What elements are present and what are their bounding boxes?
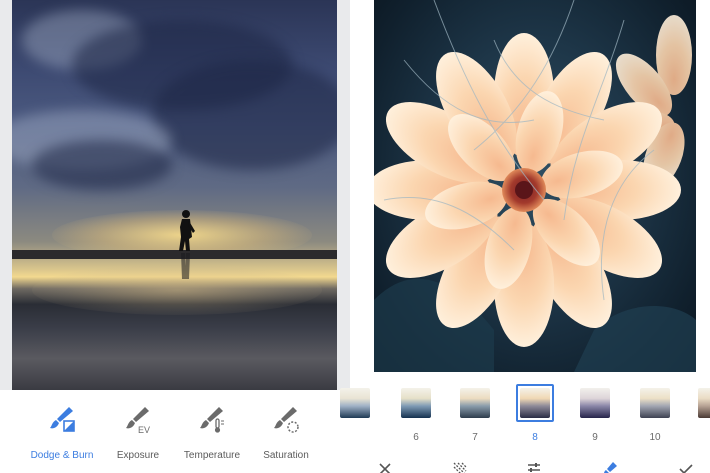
exposure-ev-badge: EV [138,425,150,434]
dodge-burn-brush-icon [50,407,75,432]
filter-label-10: 10 [649,432,661,443]
dodge-burn-tool[interactable]: Dodge & Burn [22,404,102,461]
filter-thumbnail-6[interactable] [401,388,431,418]
beach-silhouette-photo [12,0,337,390]
texture-icon[interactable] [452,461,468,473]
filter-thumbnail-9[interactable] [580,388,610,418]
dodge-burn-label: Dodge & Burn [30,450,94,461]
filter-label-9: 9 [592,432,598,443]
temperature-tool[interactable]: Temperature [172,404,252,461]
exposure-label: Exposure [116,450,160,461]
filter-thumbnail-7[interactable] [460,388,490,418]
saturation-brush-icon [274,407,299,433]
saturation-tool[interactable]: Saturation [246,404,326,461]
filter-label-7: 7 [472,432,478,443]
cloud-shape [152,60,337,170]
cloud-shape [32,140,172,190]
exposure-tool[interactable]: EV Exposure [98,404,178,461]
left-phone-screen: Dodge & Burn EV Exposure Temperature Sat… [0,0,350,473]
tune-icon[interactable] [526,461,542,473]
temperature-brush-icon [200,407,224,433]
filter-thumbnail-strip: 6 7 8 9 10 [340,378,710,448]
brush-tool-toolbar: Dodge & Burn EV Exposure Temperature Sat… [0,390,350,473]
filter-label-6: 6 [413,432,419,443]
dahlia-flower-photo [374,0,696,372]
filter-thumbnail-partial[interactable] [340,388,370,418]
filter-thumbnail-8[interactable] [520,388,550,418]
close-icon[interactable] [377,461,393,473]
brush-icon[interactable] [602,461,618,473]
right-phone-screen: 6 7 8 9 10 [340,0,710,473]
filter-thumbnail-partial[interactable] [698,388,710,418]
check-icon[interactable] [678,461,694,473]
screenshot-collage: Dodge & Burn EV Exposure Temperature Sat… [0,0,710,473]
filter-thumbnail-10[interactable] [640,388,670,418]
filter-label-8: 8 [532,432,538,443]
exposure-brush-icon: EV [126,407,150,434]
dahlia-illustration [374,0,696,372]
saturation-label: Saturation [263,450,309,461]
bottom-action-bar [360,452,710,473]
temperature-label: Temperature [183,450,241,461]
walking-person-silhouette [179,210,195,279]
